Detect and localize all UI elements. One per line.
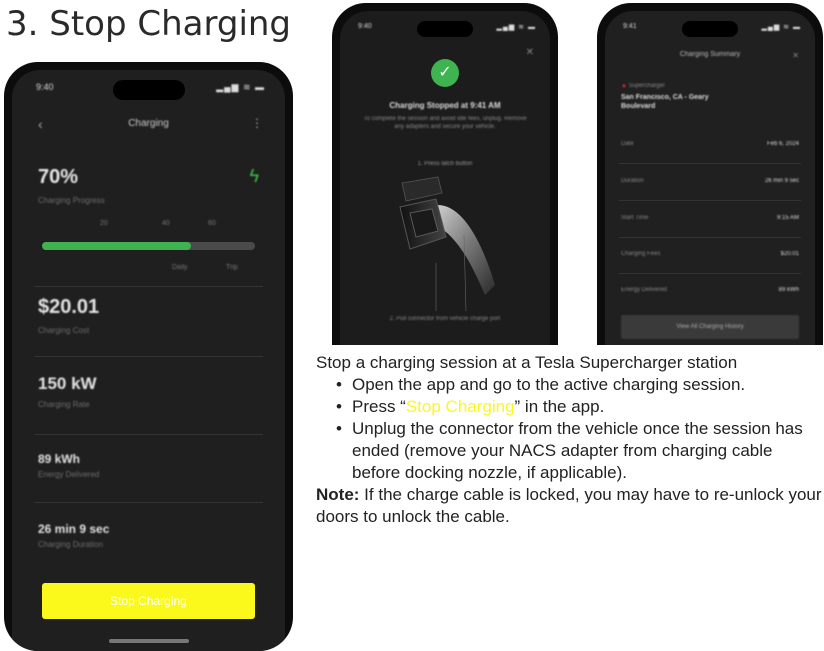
progress-tick: 20 — [100, 220, 108, 227]
summary-row: Start Time 9:15 AM — [621, 215, 799, 225]
divider — [619, 200, 801, 201]
charging-progress-label: Charging Progress — [38, 196, 105, 205]
charging-rate-value: 150 kW — [38, 374, 97, 393]
progress-tick: 60 — [208, 220, 216, 227]
instruction-step: Open the app and go to the active chargi… — [334, 374, 824, 396]
summary-row: Charging Fees $20.01 — [621, 251, 799, 261]
charging-summary-screen: 9:41 ▂▄▆ ≋ ▬ Charging Summary ✕ ▲ Superc… — [605, 11, 815, 345]
instruction-text: ” in the app. — [514, 397, 605, 416]
summary-value: 9:15 AM — [776, 215, 799, 221]
progress-bar-label: Daily — [172, 264, 188, 271]
status-time: 9:40 — [358, 23, 372, 30]
summary-title: Charging Summary — [679, 51, 741, 58]
location-label: ▲ Supercharger — [621, 83, 665, 89]
nav-title: Charging — [128, 118, 169, 129]
dynamic-island — [112, 80, 185, 100]
charger-connector-illustration — [399, 176, 495, 312]
dynamic-island — [417, 21, 473, 37]
view-history-button[interactable]: View All Charging History — [621, 315, 799, 339]
stop-charging-highlight: Stop Charging — [405, 397, 515, 416]
note: Note: If the charge cable is locked, you… — [316, 484, 824, 528]
summary-key: Energy Delivered — [621, 287, 668, 293]
phone-charging-screen: 9:40 ▂▄▆ ≋ ▬ ‹ Charging ⋮ 70% ϟ Charging… — [4, 62, 293, 651]
summary-value: 26 min 9 sec — [764, 178, 799, 184]
divider — [619, 163, 801, 164]
summary-row: Energy Delivered 89 kWh — [621, 287, 799, 297]
divider — [619, 237, 801, 238]
location-name: San Francisco, CA - Geary Boulevard — [621, 94, 709, 110]
check-icon: ✓ — [431, 59, 459, 87]
status-icons: ▂▄▆ ≋ ▬ — [761, 24, 801, 31]
divider — [619, 273, 801, 274]
summary-value: 89 kWh — [778, 287, 799, 293]
charging-stopped-screen: 9:40 ▂▄▆ ≋ ▬ ✕ ✓ Charging Stopped at 9:4… — [340, 11, 550, 345]
status-icons: ▂▄▆ ≋ ▬ — [496, 24, 536, 31]
bolt-icon: ϟ — [249, 166, 259, 186]
close-icon[interactable]: ✕ — [792, 51, 799, 60]
note-label: Note: — [316, 485, 360, 504]
summary-key: Start Time — [621, 215, 649, 221]
stopped-description: To complete the session and avoid idle f… — [363, 116, 527, 130]
summary-value: Feb 6, 2024 — [766, 141, 799, 147]
status-time: 9:41 — [623, 23, 637, 30]
more-icon[interactable]: ⋮ — [251, 116, 263, 130]
instruction-step: Unplug the connector from the vehicle on… — [334, 418, 824, 484]
instructions-intro: Stop a charging session at a Tesla Super… — [316, 353, 738, 372]
instructions: Stop a charging session at a Tesla Super… — [316, 352, 824, 528]
note-text: If the charge cable is locked, you may h… — [316, 485, 822, 526]
location-type: Supercharger — [628, 83, 665, 89]
divider — [34, 286, 263, 287]
charging-screen: 9:40 ▂▄▆ ≋ ▬ ‹ Charging ⋮ 70% ϟ Charging… — [12, 70, 285, 651]
summary-key: Date — [621, 141, 634, 147]
phone-charging-summary: 9:41 ▂▄▆ ≋ ▬ Charging Summary ✕ ▲ Superc… — [597, 3, 823, 345]
summary-key: Charging Fees — [621, 251, 661, 257]
charging-duration-value: 26 min 9 sec — [38, 522, 110, 536]
instruction-text: Press “ — [352, 397, 406, 416]
energy-delivered-value: 89 kWh — [38, 452, 81, 466]
progress-bar-fill — [42, 242, 192, 250]
stop-charging-button[interactable]: Stop Charging — [42, 583, 255, 619]
divider — [34, 502, 263, 503]
divider — [34, 434, 263, 435]
divider — [34, 356, 263, 357]
instruction-caption: 2. Pull connector from vehicle charge po… — [389, 316, 501, 322]
energy-delivered-label: Energy Delivered — [38, 470, 100, 479]
summary-row: Date Feb 6, 2024 — [621, 141, 799, 151]
progress-bar — [42, 242, 255, 250]
pin-icon: ▲ — [621, 83, 627, 89]
summary-row: Duration 26 min 9 sec — [621, 178, 799, 188]
close-icon[interactable]: ✕ — [526, 47, 534, 58]
summary-key: Duration — [621, 178, 644, 184]
status-icons: ▂▄▆ ≋ ▬ — [216, 82, 265, 92]
instructions-list: Open the app and go to the active chargi… — [316, 374, 824, 484]
dynamic-island — [682, 21, 738, 37]
status-time: 9:40 — [36, 82, 54, 92]
progress-bar-label: Trip — [226, 264, 238, 271]
charging-cost-label: Charging Cost — [38, 326, 90, 335]
instruction-step: Press “Stop Charging” in the app. — [334, 396, 824, 418]
charging-cost-value: $20.01 — [38, 296, 100, 318]
charging-rate-label: Charging Rate — [38, 400, 90, 409]
progress-tick: 40 — [162, 220, 170, 227]
home-indicator — [108, 639, 189, 643]
charging-progress-value: 70% — [38, 166, 79, 188]
stopped-title: Charging Stopped at 9:41 AM — [389, 101, 501, 110]
charging-duration-label: Charging Duration — [38, 540, 103, 549]
instruction-caption: 1. Press latch button — [417, 161, 473, 167]
page-title: 3. Stop Charging — [6, 4, 292, 44]
phone-charging-stopped: 9:40 ▂▄▆ ≋ ▬ ✕ ✓ Charging Stopped at 9:4… — [332, 3, 558, 345]
summary-value: $20.01 — [780, 251, 799, 257]
